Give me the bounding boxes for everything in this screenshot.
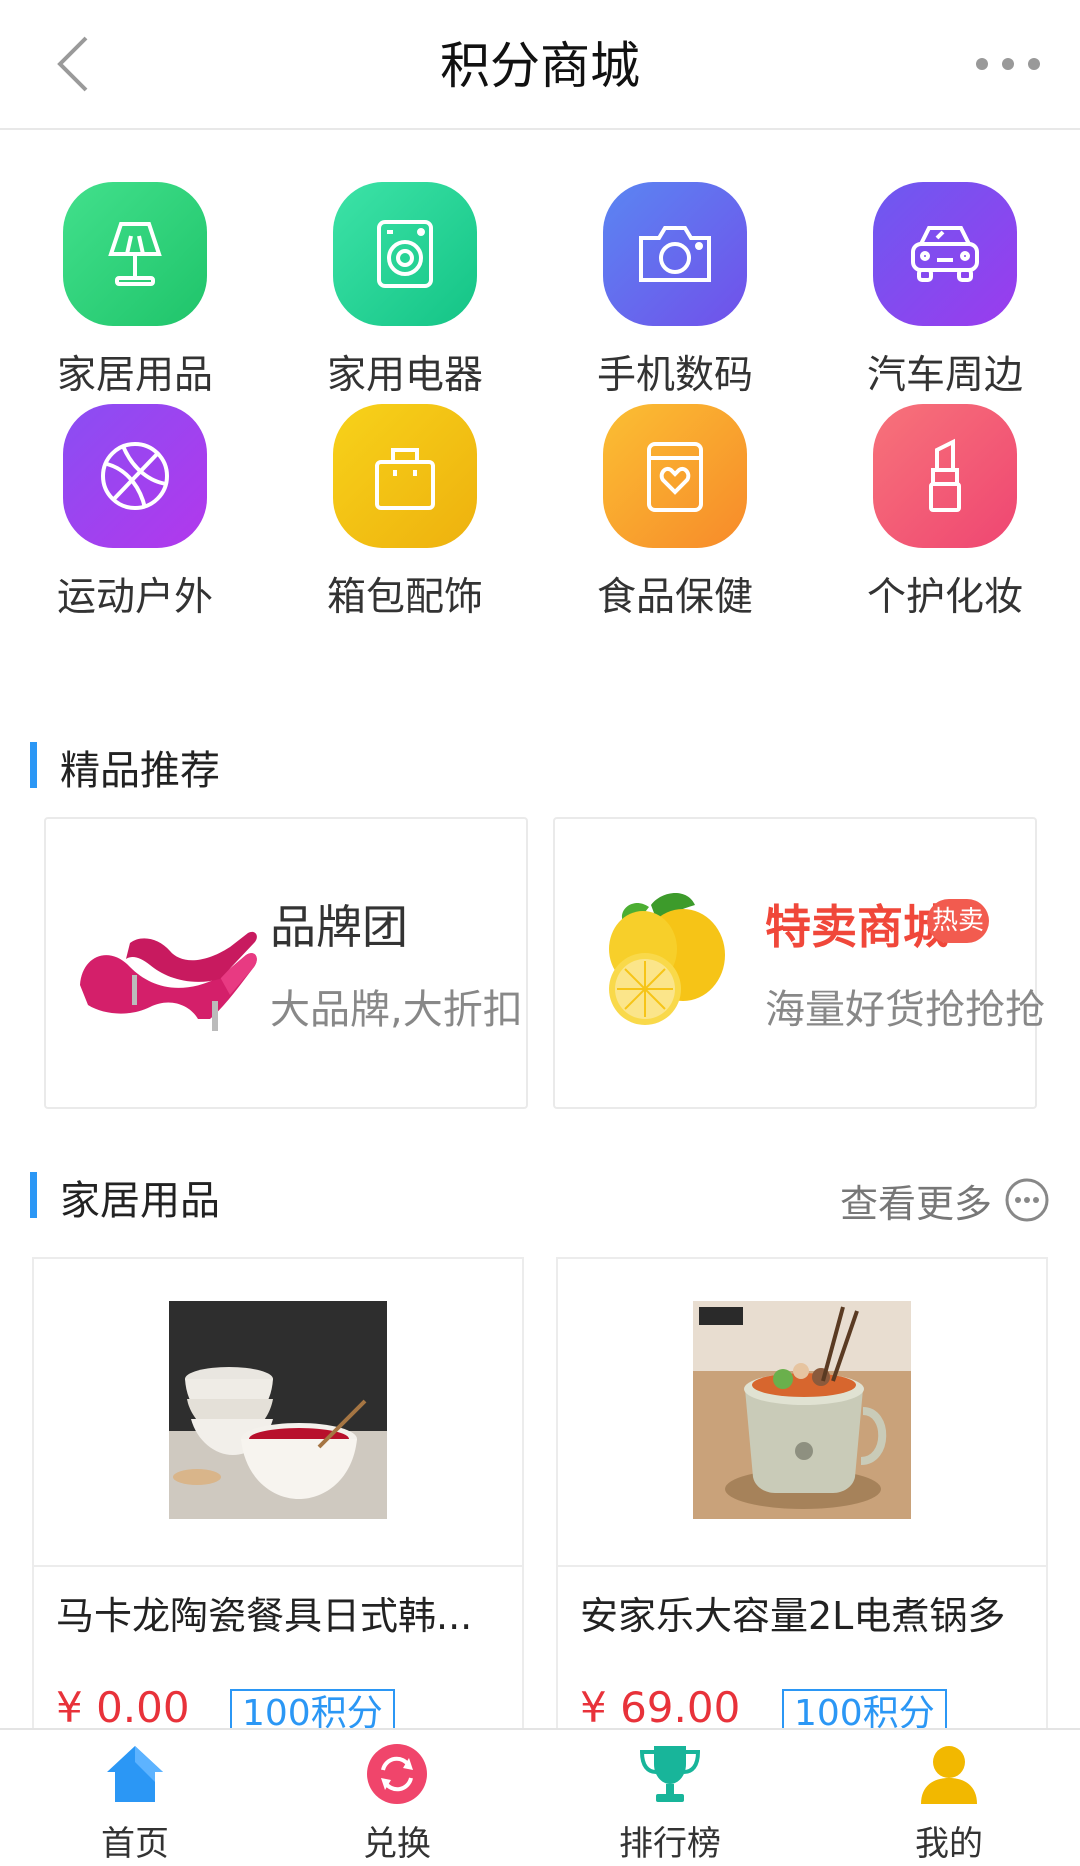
more-circle-icon: [1005, 1178, 1049, 1222]
lipstick-icon: [873, 404, 1017, 548]
view-more-link[interactable]: 查看更多: [840, 1172, 1050, 1228]
user-icon: [921, 1746, 977, 1804]
category-label: 运动户外: [56, 575, 213, 620]
product-price: ¥ 69.00: [580, 1683, 741, 1732]
home-icon: [107, 1746, 163, 1802]
category-label: 箱包配饰: [326, 575, 483, 620]
promo-flash-sale[interactable]: 特卖商城 热卖 海量好货抢抢抢: [553, 817, 1045, 1109]
category-label: 个护化妆: [866, 575, 1023, 620]
product-image-cooker: [693, 1301, 911, 1519]
promo-subtitle: 大品牌,大折扣: [270, 987, 523, 1033]
category-beauty[interactable]: 个护化妆: [810, 372, 1080, 622]
washing-machine-icon: [333, 182, 477, 326]
tab-mine[interactable]: 我的: [814, 1730, 1080, 1866]
section-accent-bar: [30, 1172, 37, 1218]
section-accent-bar: [30, 742, 37, 788]
section-title: 家居用品: [60, 1178, 220, 1224]
category-auto[interactable]: 汽车周边: [810, 150, 1080, 400]
promo-title: 特卖商城: [765, 900, 949, 954]
high-heel-shoe-image: [80, 931, 257, 1031]
hot-badge: 热卖: [927, 899, 989, 943]
category-digital[interactable]: 手机数码: [540, 150, 810, 400]
card-divider: [34, 1565, 522, 1567]
tab-exchange[interactable]: 兑换: [262, 1730, 532, 1866]
promo-brand-group[interactable]: 品牌团 大品牌,大折扣: [44, 817, 528, 1109]
category-home-goods[interactable]: 家居用品: [0, 150, 270, 400]
exchange-icon: [367, 1744, 427, 1804]
product-name: 安家乐大容量2L电煮锅多: [580, 1594, 1006, 1638]
category-appliances[interactable]: 家用电器: [270, 150, 540, 400]
view-more-label: 查看更多: [839, 1181, 992, 1226]
card-divider: [558, 1565, 1046, 1567]
car-icon: [873, 182, 1017, 326]
bag-icon: [333, 404, 477, 548]
lamp-icon: [63, 182, 207, 326]
category-sports[interactable]: 运动户外: [0, 372, 270, 622]
category-food[interactable]: 食品保健: [540, 372, 810, 622]
category-bags[interactable]: 箱包配饰: [270, 372, 540, 622]
category-label: 食品保健: [596, 575, 753, 620]
food-jar-icon: [603, 404, 747, 548]
product-name: 马卡龙陶瓷餐具日式韩...: [56, 1594, 473, 1638]
promo-title: 品牌团: [270, 900, 408, 954]
bottom-tab-bar: 首页 兑换 排行榜 我的: [0, 1728, 1080, 1866]
tab-label: 首页: [101, 1824, 169, 1864]
product-card[interactable]: 安家乐大容量2L电煮锅多 ¥ 69.00 100积分: [556, 1257, 1048, 1757]
product-card[interactable]: 马卡龙陶瓷餐具日式韩... ¥ 0.00 100积分: [32, 1257, 524, 1757]
page-title: 积分商城: [440, 37, 640, 95]
tab-label: 排行榜: [619, 1824, 721, 1864]
top-nav-bar: 积分商城: [0, 0, 1080, 130]
tab-label: 我的: [915, 1824, 983, 1864]
tab-label: 兑换: [363, 1824, 431, 1864]
trophy-icon: [639, 1746, 701, 1802]
more-options-icon[interactable]: [974, 56, 1042, 72]
product-price: ¥ 0.00: [56, 1683, 190, 1732]
section-title: 精品推荐: [60, 748, 220, 794]
camera-icon: [603, 182, 747, 326]
lemon-image: [609, 892, 725, 1025]
basketball-icon: [63, 404, 207, 548]
product-image-bowls: [169, 1301, 387, 1519]
tab-ranking[interactable]: 排行榜: [535, 1730, 805, 1866]
promo-subtitle: 海量好货抢抢抢: [765, 987, 1045, 1033]
tab-home[interactable]: 首页: [0, 1730, 270, 1866]
